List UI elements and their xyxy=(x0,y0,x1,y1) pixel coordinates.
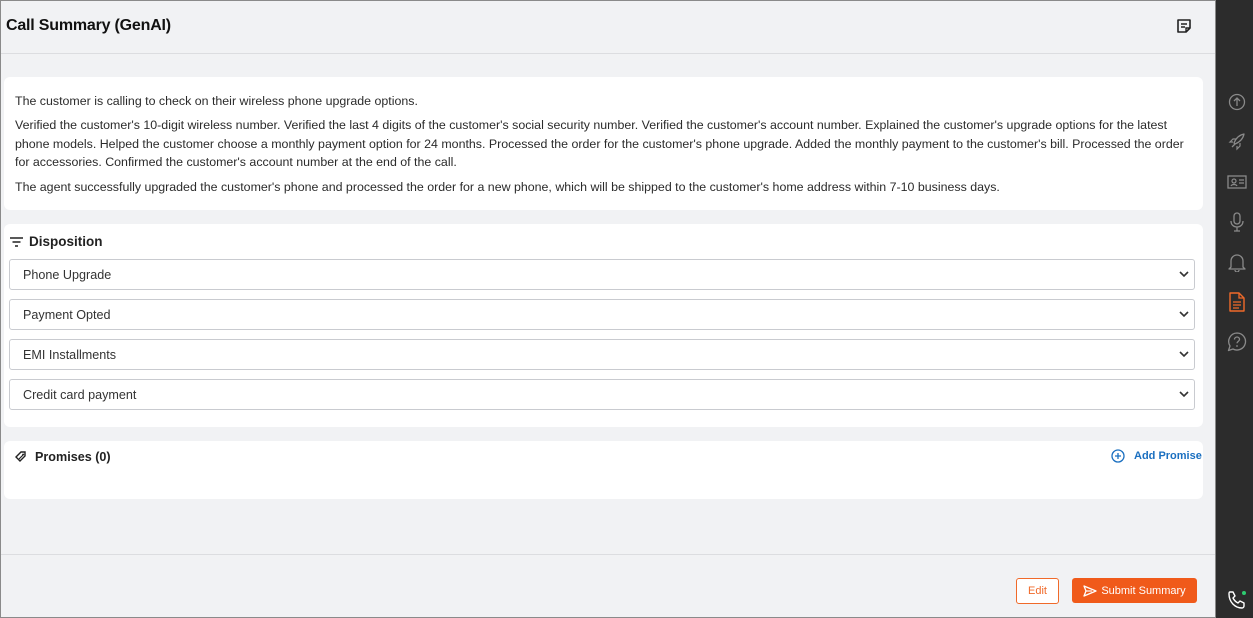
help-chat-icon[interactable] xyxy=(1227,332,1247,352)
panel-header: Call Summary (GenAI) xyxy=(1,1,1215,54)
chevron-down-icon xyxy=(1179,311,1189,318)
select-value: Credit card payment xyxy=(23,388,137,402)
upload-circle-icon[interactable] xyxy=(1227,92,1247,112)
notes-icon[interactable] xyxy=(1176,18,1192,34)
right-sidebar xyxy=(1216,0,1253,618)
chevron-down-icon xyxy=(1179,351,1189,358)
document-icon[interactable] xyxy=(1227,292,1247,312)
disposition-select-3[interactable]: EMI Installments xyxy=(9,339,1195,370)
microphone-icon[interactable] xyxy=(1227,212,1247,232)
contact-card-icon[interactable] xyxy=(1227,172,1247,192)
footer-divider xyxy=(1,554,1215,555)
add-promise-button[interactable]: Add Promise xyxy=(1111,449,1202,463)
disposition-select-2[interactable]: Payment Opted xyxy=(9,299,1195,330)
summary-card: The customer is calling to check on thei… xyxy=(4,77,1203,210)
call-summary-panel: Call Summary (GenAI) The customer is cal… xyxy=(0,0,1216,618)
filter-icon xyxy=(10,236,23,247)
disposition-select-4[interactable]: Credit card payment xyxy=(9,379,1195,410)
disposition-select-1[interactable]: Phone Upgrade xyxy=(9,259,1195,290)
chevron-down-icon xyxy=(1179,391,1189,398)
edit-button[interactable]: Edit xyxy=(1016,578,1059,604)
summary-paragraph: The customer is calling to check on thei… xyxy=(15,94,418,108)
submit-summary-button[interactable]: Submit Summary xyxy=(1072,578,1197,603)
promises-title: Promises (0) xyxy=(35,450,111,464)
add-promise-label: Add Promise xyxy=(1134,450,1202,462)
disposition-card: Disposition Phone Upgrade Payment Opted … xyxy=(4,224,1203,427)
select-value: EMI Installments xyxy=(23,348,117,362)
select-value: Phone Upgrade xyxy=(23,268,112,282)
summary-paragraph: The agent successfully upgraded the cust… xyxy=(15,180,1000,194)
page-title: Call Summary (GenAI) xyxy=(6,17,171,34)
promises-card: Promises (0) Add Promise xyxy=(4,441,1203,499)
submit-summary-label: Submit Summary xyxy=(1101,584,1186,597)
promises-header: Promises (0) xyxy=(15,450,111,464)
disposition-title: Disposition xyxy=(29,234,103,249)
disposition-header: Disposition xyxy=(10,234,103,249)
select-value: Payment Opted xyxy=(23,308,111,322)
tag-icon xyxy=(15,451,26,462)
chevron-down-icon xyxy=(1179,271,1189,278)
rocket-icon[interactable] xyxy=(1227,132,1247,152)
phone-icon[interactable] xyxy=(1227,590,1247,610)
summary-paragraph: Verified the customer's 10-digit wireles… xyxy=(15,118,1184,169)
plus-circle-icon xyxy=(1111,449,1125,463)
send-icon xyxy=(1083,584,1097,597)
bell-icon[interactable] xyxy=(1227,252,1247,272)
